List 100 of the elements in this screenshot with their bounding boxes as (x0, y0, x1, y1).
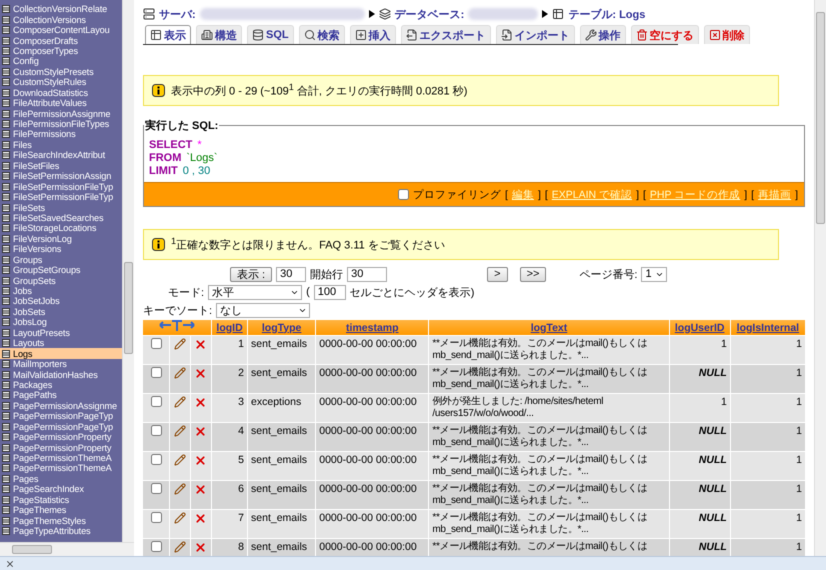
sidebar-item[interactable]: FilePermissionAssignme (0, 108, 122, 119)
sidebar-item[interactable]: FilePermissions (0, 129, 122, 140)
sidebar-item[interactable]: PagePermissionPageTyp (0, 411, 122, 422)
last-button[interactable]: >> (520, 266, 546, 282)
repeat-input[interactable]: 100 (314, 284, 346, 300)
close-icon[interactable] (5, 558, 15, 568)
sidebar-item[interactable]: LayoutPresets (0, 328, 122, 338)
breadcrumb-label[interactable]: テーブル: Logs (568, 6, 646, 22)
breadcrumb-label[interactable]: サーバ: (159, 6, 196, 22)
delete-icon[interactable] (194, 367, 208, 380)
delete-icon[interactable] (194, 454, 208, 467)
sidebar-item[interactable]: Logs (0, 348, 122, 359)
pencil-icon[interactable] (174, 367, 186, 379)
tab[interactable]: 検索 (298, 25, 345, 44)
delete-icon[interactable] (194, 541, 208, 554)
sidebar-item[interactable]: PagePermissionPageTyp (0, 422, 122, 432)
pencil-icon[interactable] (174, 512, 186, 524)
scrollbar[interactable] (122, 0, 134, 542)
sidebar-item[interactable]: PagePermissionProperty (0, 432, 122, 442)
sidebar-item[interactable]: FileSearchIndexAttribut (0, 150, 122, 161)
delete-icon[interactable] (194, 483, 208, 496)
sidebar-item[interactable]: Pages (0, 474, 122, 484)
sidebar-item[interactable]: JobSetJobs (0, 296, 122, 307)
sidebar-item[interactable]: FilePermissionFileTypes (0, 118, 122, 130)
breadcrumb-label[interactable]: データベース: (394, 6, 464, 22)
pencil-icon[interactable] (174, 541, 186, 553)
tab[interactable]: 削除 (704, 25, 750, 44)
sidebar-item[interactable]: PagePermissionThemeA (0, 452, 122, 464)
sidebar-item[interactable]: Config (0, 56, 122, 67)
sort-link[interactable]: logID (216, 322, 243, 334)
row-checkbox[interactable] (150, 425, 162, 436)
tab[interactable]: 空にする (630, 25, 699, 44)
tab[interactable]: SQL (247, 25, 294, 44)
sort-link[interactable]: timestamp (346, 322, 399, 334)
sort-link[interactable]: logIsInternal (736, 322, 800, 334)
sort-select[interactable]: なし (216, 302, 310, 318)
start-input[interactable]: 30 (347, 266, 388, 282)
tab[interactable]: 構造 (196, 25, 242, 44)
delete-icon[interactable] (194, 338, 208, 351)
row-checkbox[interactable] (150, 541, 162, 552)
sidebar-item[interactable]: PagePermissionThemeA (0, 463, 122, 474)
sidebar-item[interactable]: FileAttributeValues (0, 98, 122, 108)
delete-icon[interactable] (194, 396, 208, 409)
sidebar-item[interactable]: PageTypeAttributes (0, 526, 122, 536)
sort-link[interactable]: logText (530, 322, 568, 334)
sidebar-item[interactable]: PageSearchIndex (0, 484, 122, 495)
pencil-icon[interactable] (174, 338, 186, 350)
profiling-checkbox[interactable] (398, 189, 410, 200)
sidebar-item[interactable]: CollectionVersions (0, 14, 122, 25)
row-checkbox[interactable] (150, 338, 162, 349)
tab[interactable]: エクスポート (400, 25, 491, 44)
scrollbar[interactable] (814, 0, 826, 556)
sidebar-item[interactable]: PagePermissionAssignme (0, 400, 122, 412)
sidebar-item[interactable]: MailValidationHashes (0, 369, 122, 380)
sidebar-item[interactable]: CollectionVersionRelate (0, 4, 122, 14)
sidebar-item[interactable]: GroupSets (0, 275, 122, 286)
sidebar-item[interactable]: Files (0, 140, 122, 150)
sidebar-item[interactable]: CustomStylePresets (0, 66, 122, 78)
pencil-icon[interactable] (174, 454, 186, 466)
sidebar-item[interactable]: Jobs (0, 286, 122, 296)
delete-icon[interactable] (194, 512, 208, 525)
sidebar-item[interactable]: FileVersions (0, 244, 122, 254)
tab[interactable]: 表示 (145, 25, 191, 44)
row-checkbox[interactable] (150, 512, 162, 523)
sidebar-item[interactable]: FileVersionLog (0, 234, 122, 244)
sort-link[interactable]: logUserID (674, 322, 724, 334)
sidebar-item[interactable]: PagePermissionProperty (0, 442, 122, 453)
sidebar-item[interactable]: PageStatistics (0, 494, 122, 505)
sidebar-item[interactable]: PagePaths (0, 390, 122, 401)
sidebar-item[interactable]: Layouts (0, 338, 122, 348)
sidebar-item[interactable]: GroupSetGroups (0, 264, 122, 276)
pencil-icon[interactable] (174, 483, 186, 495)
sidebar-item[interactable]: JobSets (0, 306, 122, 318)
sidebar-item[interactable]: JobsLog (0, 317, 122, 328)
tab[interactable]: 操作 (580, 25, 626, 44)
rows-input[interactable]: 30 (276, 266, 306, 282)
sort-link[interactable]: logType (262, 322, 302, 334)
delete-icon[interactable] (194, 425, 208, 438)
pencil-icon[interactable] (174, 425, 186, 437)
sidebar-item[interactable]: FileSetPermissionFileTyp (0, 192, 122, 202)
tab[interactable]: インポート (496, 25, 575, 44)
sidebar-item[interactable]: FileSetSavedSearches (0, 212, 122, 224)
sidebar-item[interactable]: FileSetPermissionAssign (0, 171, 122, 182)
sidebar-item[interactable]: DownloadStatistics (0, 88, 122, 98)
row-checkbox[interactable] (150, 483, 162, 494)
sidebar-item[interactable]: PageThemeStyles (0, 515, 122, 526)
scrollbar[interactable] (0, 542, 134, 556)
pencil-icon[interactable] (174, 396, 186, 408)
sidebar-item[interactable]: FileSetFiles (0, 160, 122, 171)
sidebar-item[interactable]: FileStorageLocations (0, 223, 122, 234)
sidebar-item[interactable]: Packages (0, 380, 122, 390)
row-checkbox[interactable] (150, 367, 162, 378)
show-button[interactable]: 表示 : (230, 266, 272, 282)
sidebar-item[interactable]: ComposerTypes (0, 46, 122, 56)
next-button[interactable]: > (487, 266, 508, 282)
page-select[interactable]: 1 (641, 266, 668, 282)
sidebar-item[interactable]: MailImporters (0, 358, 122, 370)
sidebar-item[interactable]: FileSets (0, 202, 122, 213)
tab[interactable]: 挿入 (350, 25, 396, 44)
sidebar-item[interactable]: PageThemes (0, 505, 122, 516)
